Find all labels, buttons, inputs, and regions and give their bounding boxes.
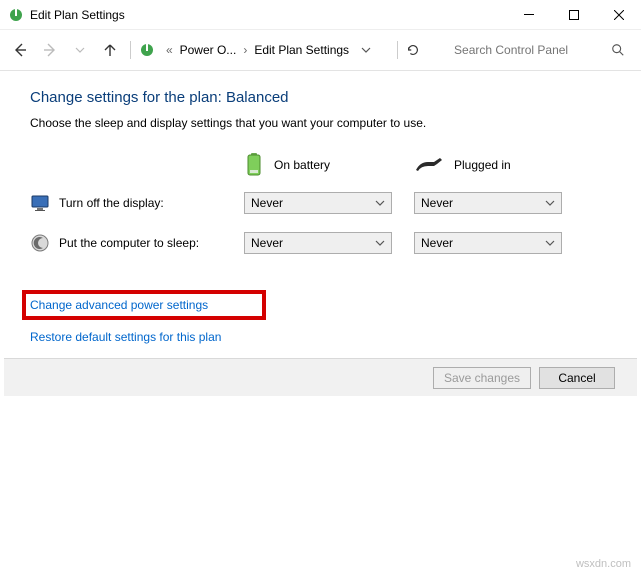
row-sleep: Put the computer to sleep: Never Never bbox=[30, 232, 615, 254]
display-battery-value: Never bbox=[251, 196, 283, 210]
sleep-plugged-dropdown[interactable]: Never bbox=[414, 232, 562, 254]
save-changes-button[interactable]: Save changes bbox=[433, 367, 531, 389]
chevron-down-icon bbox=[375, 198, 385, 208]
display-icon bbox=[30, 193, 50, 213]
page-heading: Change settings for the plan: Balanced bbox=[30, 89, 615, 106]
column-label-plugged: Plugged in bbox=[454, 158, 511, 172]
column-headers: On battery Plugged in bbox=[30, 152, 615, 178]
display-plugged-dropdown[interactable]: Never bbox=[414, 192, 562, 214]
display-plugged-value: Never bbox=[421, 196, 453, 210]
sleep-battery-dropdown[interactable]: Never bbox=[244, 232, 392, 254]
app-icon bbox=[8, 7, 24, 23]
display-battery-dropdown[interactable]: Never bbox=[244, 192, 392, 214]
plug-icon bbox=[414, 156, 444, 174]
sleep-plugged-value: Never bbox=[421, 236, 453, 250]
search-input[interactable] bbox=[452, 42, 611, 58]
chevron-down-icon bbox=[545, 238, 555, 248]
page-subtext: Choose the sleep and display settings th… bbox=[30, 116, 615, 130]
footer-bar: Save changes Cancel bbox=[4, 358, 637, 396]
title-bar: Edit Plan Settings bbox=[0, 0, 641, 30]
row-label-display: Turn off the display: bbox=[59, 196, 164, 210]
back-button[interactable] bbox=[8, 38, 32, 62]
link-restore-defaults[interactable]: Restore default settings for this plan bbox=[30, 330, 221, 344]
sleep-battery-value: Never bbox=[251, 236, 283, 250]
breadcrumb-item-power-options[interactable]: Power O... bbox=[176, 41, 241, 59]
battery-icon bbox=[244, 152, 264, 178]
separator bbox=[130, 41, 131, 59]
breadcrumb-item-edit-plan[interactable]: Edit Plan Settings bbox=[250, 41, 353, 59]
sleep-icon bbox=[30, 233, 50, 253]
maximize-button[interactable] bbox=[551, 0, 596, 30]
watermark: wsxdn.com bbox=[576, 558, 631, 570]
column-on-battery: On battery bbox=[244, 152, 414, 178]
separator bbox=[397, 41, 398, 59]
refresh-button[interactable] bbox=[406, 43, 434, 57]
recent-dropdown-icon[interactable] bbox=[68, 38, 92, 62]
content-area: Change settings for the plan: Balanced C… bbox=[0, 71, 641, 344]
cancel-button[interactable]: Cancel bbox=[539, 367, 615, 389]
address-icon bbox=[139, 42, 155, 58]
minimize-button[interactable] bbox=[506, 0, 551, 30]
column-plugged-in: Plugged in bbox=[414, 156, 584, 174]
row-turn-off-display: Turn off the display: Never Never bbox=[30, 192, 615, 214]
search-box[interactable] bbox=[452, 38, 633, 62]
chevron-down-icon bbox=[375, 238, 385, 248]
up-button[interactable] bbox=[98, 38, 122, 62]
breadcrumb-prefix-icon: « bbox=[163, 43, 176, 57]
chevron-down-icon bbox=[545, 198, 555, 208]
search-icon[interactable] bbox=[611, 43, 633, 57]
column-label-battery: On battery bbox=[274, 158, 330, 172]
forward-button[interactable] bbox=[38, 38, 62, 62]
window-title: Edit Plan Settings bbox=[30, 8, 125, 22]
chevron-right-icon: › bbox=[240, 43, 250, 57]
close-button[interactable] bbox=[596, 0, 641, 30]
link-advanced-power-settings[interactable]: Change advanced power settings bbox=[22, 290, 266, 320]
row-label-sleep: Put the computer to sleep: bbox=[59, 236, 199, 250]
breadcrumb[interactable]: « Power O... › Edit Plan Settings bbox=[161, 41, 355, 59]
address-dropdown-icon[interactable] bbox=[361, 45, 389, 55]
navigation-bar: « Power O... › Edit Plan Settings bbox=[0, 30, 641, 70]
